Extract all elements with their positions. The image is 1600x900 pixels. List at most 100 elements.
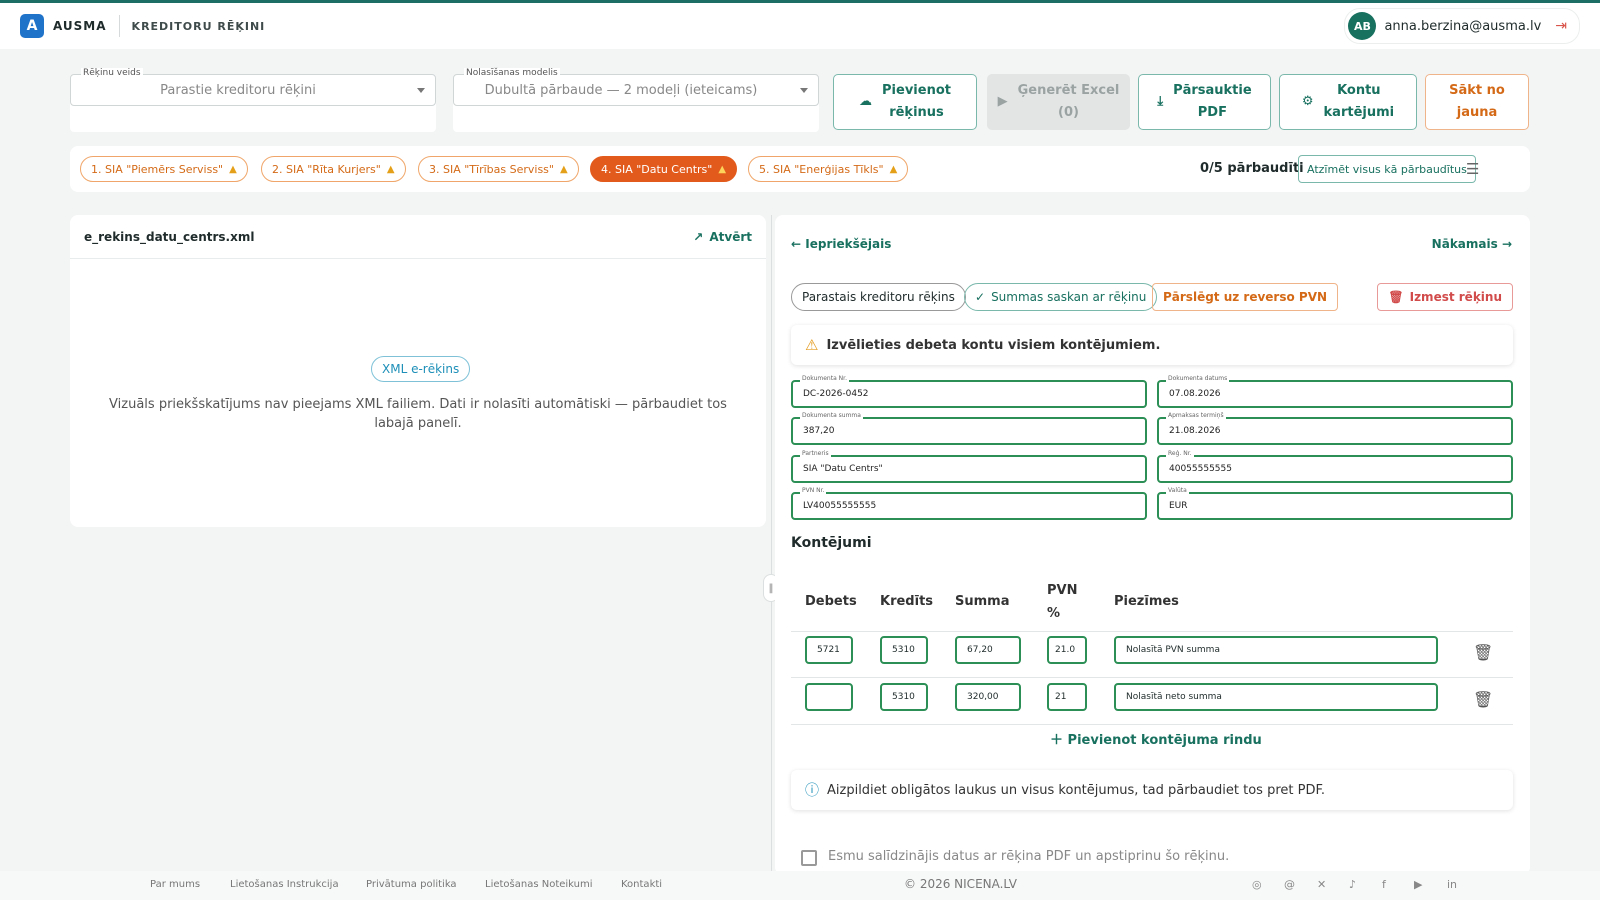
field-value: SIA "Datu Centrs" (803, 464, 883, 474)
field-label: Partneris (800, 450, 831, 457)
app-title: KREDITORU RĒĶINI (131, 19, 266, 33)
facebook-icon[interactable]: f (1382, 878, 1386, 891)
tiktok-icon[interactable]: ♪ (1349, 878, 1356, 891)
invoice-type-select[interactable]: Rēķinu veids Parastie kreditoru rēķini (70, 68, 436, 132)
external-link-icon: ↗ (693, 229, 704, 244)
column-vat-percent: % (1047, 606, 1061, 621)
open-file-link[interactable]: ↗ Atvērt (693, 230, 752, 244)
row2-credit-input[interactable]: 5310 (880, 683, 928, 711)
logo[interactable]: A (20, 14, 44, 38)
field-value: DC-2026-0452 (803, 389, 869, 399)
invoice-type-tag[interactable]: Parastais kreditoru rēķins (791, 283, 966, 311)
x-icon[interactable]: ✕ (1317, 878, 1326, 891)
row2-notes-input[interactable]: Nolasītā neto summa (1114, 683, 1438, 711)
trash-icon[interactable]: 🗑 (1473, 690, 1493, 709)
invoice-chip-1[interactable]: 1. SIA "Piemērs Serviss" ▲ (80, 156, 248, 182)
invoice-chip-3[interactable]: 3. SIA "Tīrības Serviss" ▲ (418, 156, 579, 182)
restart-button[interactable]: Sākt no jauna (1425, 74, 1529, 130)
field-value: LV40055555555 (803, 501, 877, 511)
confirm-label[interactable]: Esmu salīdzinājis datus ar rēķina PDF un… (828, 849, 1229, 864)
footer-link-instructions[interactable]: Lietošanas Instrukcija (230, 879, 339, 890)
document-amount-field[interactable]: Dokumenta summa 387,20 (791, 412, 1147, 445)
xml-badge: XML e-rēķins (371, 356, 471, 382)
reverse-vat-button[interactable]: Pārslēgt uz reverso PVN (1152, 283, 1339, 311)
previous-invoice-link[interactable]: ← Iepriekšējais (791, 237, 891, 251)
invoice-detail-panel: ← Iepriekšējais Nākamais → Parastais kre… (775, 215, 1530, 875)
account-mappings-button[interactable]: ⚙ Kontu kartējumi (1279, 74, 1417, 130)
column-credit: Kredīts (880, 594, 934, 609)
warning-icon: ⚠ (805, 336, 819, 354)
field-label: Dokumenta Nr. (800, 375, 849, 382)
row-divider (791, 677, 1513, 678)
model-select[interactable]: Nolasīšanas modelis Dubultā pārbaude — 2… (453, 68, 819, 132)
threads-icon[interactable]: @ (1284, 878, 1295, 891)
discard-invoice-button[interactable]: 🗑 Izmest rēķinu (1377, 283, 1513, 311)
youtube-icon[interactable]: ▶ (1414, 878, 1422, 891)
model-label: Nolasīšanas modelis (464, 68, 560, 78)
partner-field[interactable]: Partneris SIA "Datu Centrs" (791, 450, 1147, 483)
add-invoices-label: Pievienot (882, 83, 951, 98)
invoice-chip-5[interactable]: 5. SIA "Enerģijas Tīkls" ▲ (748, 156, 909, 182)
document-date-field[interactable]: Dokumenta datums 07.08.2026 (1157, 375, 1513, 408)
mark-all-checked-button[interactable]: Atzīmēt visus kā pārbaudītus (1298, 155, 1476, 183)
copyright: © 2026 NICENA.LV (904, 877, 1018, 891)
reread-pdf-button[interactable]: ⤓ Pārsauktie PDF (1138, 74, 1271, 130)
footer-link-about[interactable]: Par mums (150, 879, 200, 890)
invoice-chip-label: 2. SIA "Rīta Kurjers" (272, 162, 381, 176)
payment-due-field[interactable]: Apmaksas termiņš 21.08.2026 (1157, 412, 1513, 445)
warning-icon: ▲ (718, 163, 727, 175)
controls-row: Rēķinu veids Parastie kreditoru rēķini N… (70, 68, 1530, 132)
header-bar: A AUSMA KREDITORU RĒĶINI AB anna.berzina… (0, 3, 1600, 49)
footer-link-contacts[interactable]: Kontakti (621, 879, 662, 890)
add-invoices-button[interactable]: ☁ Pievienot rēķinus (833, 74, 977, 130)
discard-label: Izmest rēķinu (1409, 290, 1502, 304)
footer: Par mums Lietošanas Instrukcija Privātum… (0, 871, 1600, 900)
warning-alert: ⚠ Izvēlieties debeta kontu visiem kontēju… (791, 325, 1513, 365)
trash-icon[interactable]: 🗑 (1473, 643, 1493, 662)
vat-number-field[interactable]: PVN Nr. LV40055555555 (791, 487, 1147, 520)
linkedin-icon[interactable]: in (1447, 878, 1457, 891)
row1-vat-input[interactable]: 21.0 (1047, 636, 1087, 664)
restart-label: Sākt no (1449, 83, 1505, 98)
preview-panel: e_rekins_datu_centrs.xml ↗ Atvērt XML e-r… (70, 215, 766, 527)
file-name: e_rekins_datu_centrs.xml (84, 229, 255, 244)
row1-debit-input[interactable]: 5721 (805, 636, 853, 664)
user-menu[interactable]: AB anna.berzina@ausma.lv ⇥ (1344, 8, 1580, 44)
row1-notes-input[interactable]: Nolasītā PVN summa (1114, 636, 1438, 664)
generate-excel-button[interactable]: ▶ Ģenerēt Excel (0) (987, 74, 1130, 130)
row1-amount-input[interactable]: 67,20 (955, 636, 1021, 664)
account-mappings-label-2: kartējumi (1323, 105, 1395, 120)
row2-debit-input[interactable] (805, 683, 853, 711)
sums-match-tag[interactable]: ✓ Summas saskan ar rēķinu (964, 283, 1158, 311)
add-posting-row-label: Pievienot kontējuma rindu (1067, 733, 1262, 748)
row1-credit-input[interactable]: 5310 (880, 636, 928, 664)
add-invoices-label-2: rēķinus (889, 105, 944, 120)
instagram-icon[interactable]: ◎ (1252, 878, 1262, 891)
next-invoice-link[interactable]: Nākamais → (1432, 237, 1512, 251)
row2-vat-input[interactable]: 21 (1047, 683, 1087, 711)
sliders-icon[interactable]: ☰ (1466, 160, 1479, 178)
generate-excel-label: Ģenerēt Excel (1017, 83, 1120, 98)
arrow-left-icon: ← (791, 237, 802, 251)
footer-link-privacy[interactable]: Privātuma politika (366, 879, 457, 890)
invoice-chip-label: 1. SIA "Piemērs Serviss" (91, 162, 224, 176)
footer-link-terms[interactable]: Lietošanas Noteikumi (485, 879, 593, 890)
model-field: Nolasīšanas modelis Dubultā pārbaude — 2… (453, 68, 819, 106)
invoice-chip-label: 3. SIA "Tīrības Serviss" (429, 162, 554, 176)
field-value: 21.08.2026 (1169, 426, 1221, 436)
field-value: 387,20 (803, 426, 835, 436)
currency-field[interactable]: Valūta EUR (1157, 487, 1513, 520)
info-box: ⓘ Aizpildiet obligātos laukus un visus ko… (791, 770, 1513, 810)
document-number-field[interactable]: Dokumenta Nr. DC-2026-0452 (791, 375, 1147, 408)
row2-amount-input[interactable]: 320,00 (955, 683, 1021, 711)
invoice-chip-2[interactable]: 2. SIA "Rīta Kurjers" ▲ (261, 156, 406, 182)
invoice-type-label: Rēķinu veids (81, 68, 143, 78)
reg-number-field[interactable]: Reģ. Nr. 40055555555 (1157, 450, 1513, 483)
invoice-chip-4[interactable]: 4. SIA "Datu Centrs" ▲ (590, 156, 738, 182)
logout-icon[interactable]: ⇥ (1555, 18, 1567, 34)
add-posting-row-button[interactable]: ＋ Pievienot kontējuma rindu (1050, 729, 1262, 748)
warning-icon: ▲ (386, 163, 395, 175)
user-email: anna.berzina@ausma.lv (1384, 18, 1542, 34)
account-mappings-label: Kontu (1337, 83, 1381, 98)
confirm-checkbox[interactable] (801, 850, 817, 866)
